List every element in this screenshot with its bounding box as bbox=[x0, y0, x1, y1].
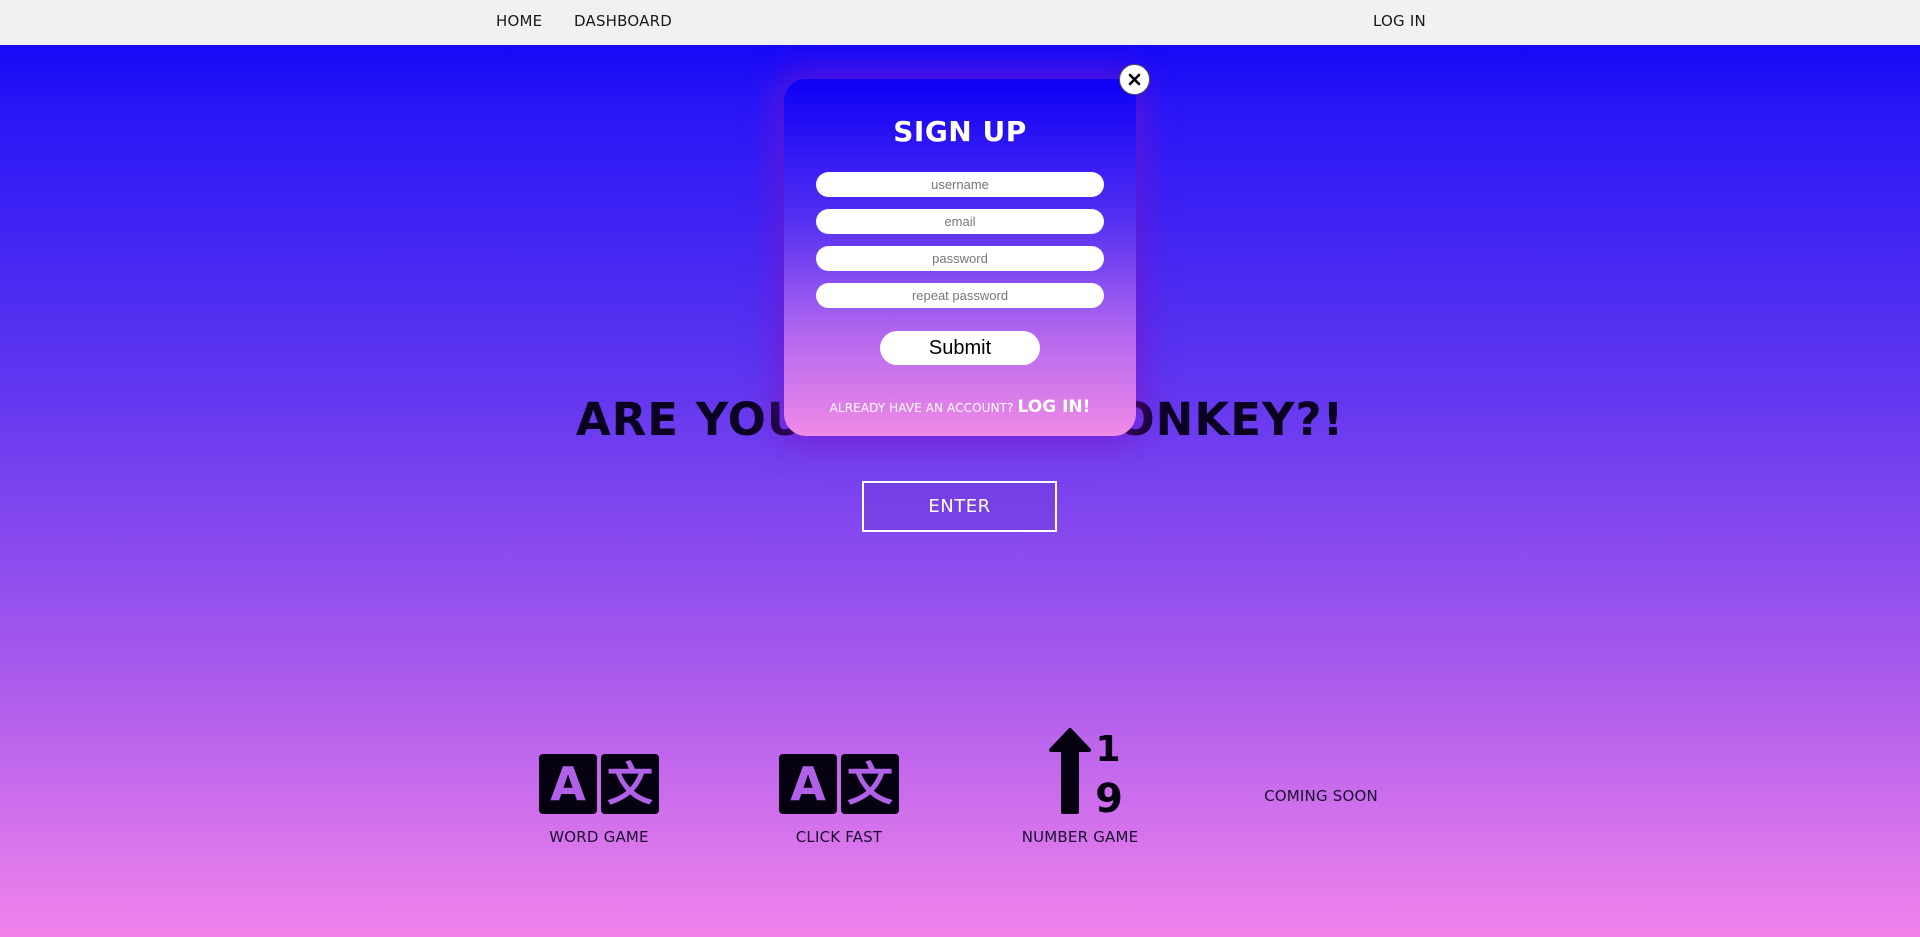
translate-icon-cjk-tile: 文 bbox=[841, 754, 899, 814]
email-input[interactable] bbox=[816, 209, 1104, 234]
username-input[interactable] bbox=[816, 172, 1104, 197]
signup-modal: SIGN UP Submit ALREADY HAVE AN ACCOUNT? L… bbox=[784, 79, 1136, 436]
repeat-password-input[interactable] bbox=[816, 283, 1104, 308]
game-card-coming-soon: COMING SOON bbox=[1221, 773, 1421, 805]
footer-text: ALREADY HAVE AN ACCOUNT? bbox=[829, 401, 1014, 415]
nav-dashboard-link[interactable]: DASHBOARD bbox=[574, 0, 672, 45]
translate-icon-cjk-tile: 文 bbox=[601, 754, 659, 814]
game-card-click-fast[interactable]: A 文 CLICK FAST bbox=[739, 728, 939, 846]
modal-title: SIGN UP bbox=[893, 115, 1027, 148]
submit-button[interactable]: Submit bbox=[880, 331, 1040, 365]
nav-login-link[interactable]: LOG IN bbox=[1373, 0, 1426, 45]
number-icon-bottom-digit: 9 bbox=[1095, 776, 1123, 814]
game-card-label: CLICK FAST bbox=[795, 828, 883, 846]
game-card-number-game[interactable]: 1 9 NUMBER GAME bbox=[980, 728, 1180, 846]
translate-icon-latin-tile: A bbox=[539, 754, 597, 814]
translate-icon: A 文 bbox=[539, 754, 659, 814]
login-link[interactable]: LOG IN! bbox=[1018, 397, 1091, 417]
game-card-word-game[interactable]: A 文 WORD GAME bbox=[499, 728, 699, 846]
enter-button[interactable]: ENTER bbox=[862, 481, 1057, 532]
password-input[interactable] bbox=[816, 246, 1104, 271]
navbar: HOME DASHBOARD LOG IN bbox=[0, 0, 1920, 45]
game-card-label: COMING SOON bbox=[1264, 787, 1378, 805]
nav-home-link[interactable]: HOME bbox=[496, 0, 542, 45]
game-card-label: WORD GAME bbox=[549, 828, 649, 846]
close-icon bbox=[1128, 73, 1141, 86]
translate-icon-latin-tile: A bbox=[779, 754, 837, 814]
sort-numeric-up-icon: 1 9 bbox=[1049, 728, 1123, 814]
translate-icon: A 文 bbox=[779, 754, 899, 814]
close-button[interactable] bbox=[1119, 64, 1150, 95]
game-card-label: NUMBER GAME bbox=[1021, 828, 1139, 846]
modal-footer: ALREADY HAVE AN ACCOUNT? LOG IN! bbox=[784, 397, 1136, 417]
number-icon-top-digit: 1 bbox=[1095, 729, 1120, 770]
